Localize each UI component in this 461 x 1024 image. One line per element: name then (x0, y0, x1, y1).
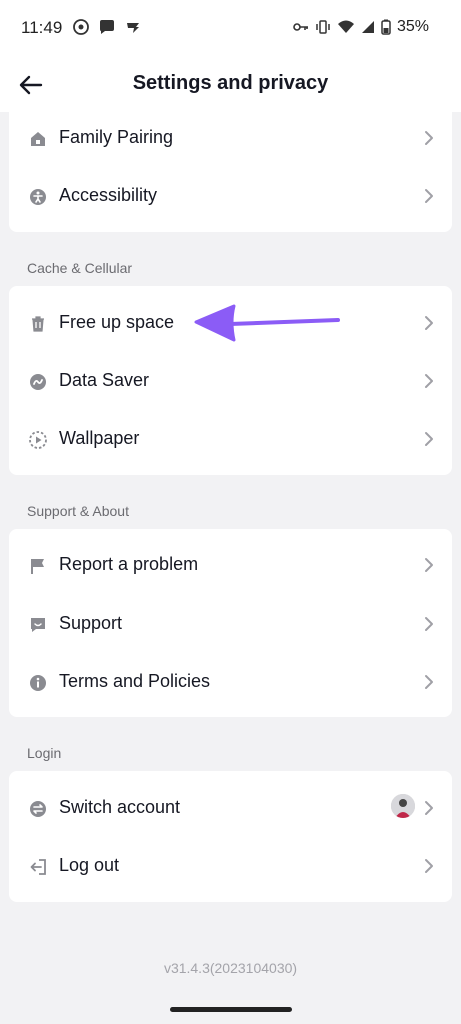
chevron-right-icon (425, 617, 433, 631)
settings-item-label: Log out (59, 855, 120, 875)
vibrate-icon (316, 20, 330, 34)
chevron-right-icon (425, 316, 433, 330)
chevron-right-icon (425, 859, 433, 873)
battery-icon (381, 19, 391, 35)
chevron-right-icon (425, 131, 433, 145)
wifi-icon (337, 20, 354, 33)
chat-icon (27, 614, 49, 636)
chevron-right-icon (425, 558, 433, 572)
avatar (391, 794, 415, 818)
signal-icon (361, 21, 374, 33)
settings-item-label: Accessibility (59, 185, 158, 205)
data-saver-icon (27, 371, 49, 393)
section-title-support: Support & About (27, 503, 129, 519)
settings-item-label: Report a problem (59, 554, 199, 574)
battery-percentage: 35% (396, 18, 429, 35)
app-notification-icon (127, 23, 139, 33)
settings-item-label: Wallpaper (59, 428, 140, 448)
settings-item-label: Family Pairing (59, 127, 174, 147)
settings-item-label: Data Saver (59, 370, 150, 390)
settings-item-label: Switch account (59, 797, 181, 817)
status-notifications (72, 18, 142, 36)
chevron-right-icon (425, 675, 433, 689)
annotation-arrow-icon (194, 304, 340, 342)
settings-item-report-problem[interactable]: Report a problem (9, 536, 452, 594)
settings-item-wallpaper[interactable]: Wallpaper (9, 410, 452, 468)
login-card: Switch account Log out (9, 771, 452, 902)
settings-item-label: Support (59, 613, 123, 633)
trash-icon (27, 313, 49, 335)
settings-item-switch-account[interactable]: Switch account (9, 779, 452, 837)
logout-icon (27, 856, 49, 878)
section-title-login: Login (27, 745, 62, 761)
top-bar: Settings and privacy (0, 56, 461, 112)
home-icon (27, 128, 49, 150)
chevron-right-icon (425, 432, 433, 446)
account-settings-card: Family Pairing Accessibility (9, 112, 452, 232)
home-indicator[interactable] (170, 1007, 292, 1012)
whatsapp-icon (73, 19, 89, 35)
chevron-right-icon (425, 189, 433, 203)
settings-item-log-out[interactable]: Log out (9, 837, 452, 895)
settings-item-terms-policies[interactable]: Terms and Policies (9, 653, 452, 711)
status-indicators: 35% (293, 18, 429, 36)
accessibility-icon (27, 186, 49, 208)
settings-item-family-pairing[interactable]: Family Pairing (9, 112, 452, 167)
chevron-right-icon (425, 374, 433, 388)
chevron-right-icon (425, 801, 433, 815)
info-icon (27, 672, 49, 694)
section-title-cache: Cache & Cellular (27, 260, 133, 276)
support-card: Report a problem Support Terms and Polic… (9, 529, 452, 717)
status-bar: 11:49 35% (0, 0, 461, 56)
switch-icon (27, 798, 49, 820)
app-version: v31.4.3(2023104030) (163, 960, 298, 976)
settings-item-accessibility[interactable]: Accessibility (9, 167, 452, 225)
page-title: Settings and privacy (132, 72, 329, 94)
settings-item-label: Terms and Policies (59, 671, 211, 691)
wallpaper-icon (27, 429, 49, 451)
key-icon (293, 23, 308, 31)
flag-icon (27, 555, 49, 577)
settings-item-label: Free up space (59, 312, 175, 332)
chat-bubble-icon (100, 20, 114, 34)
settings-item-data-saver[interactable]: Data Saver (9, 352, 452, 410)
settings-item-support[interactable]: Support (9, 595, 452, 653)
status-time: 11:49 (21, 18, 63, 37)
